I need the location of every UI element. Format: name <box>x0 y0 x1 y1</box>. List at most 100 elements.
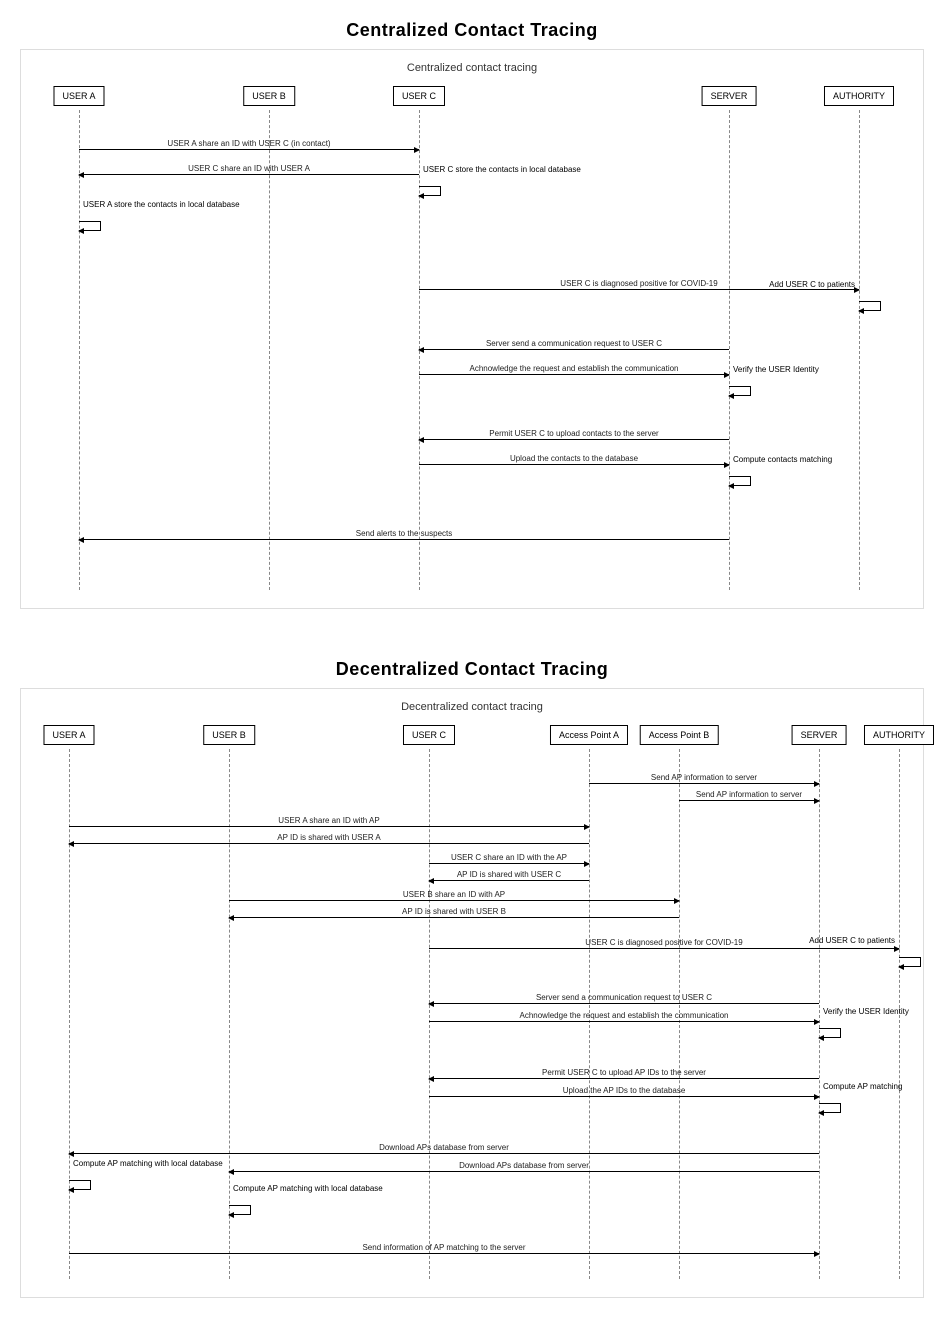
selfcall-label: USER C store the contacts in local datab… <box>423 165 581 174</box>
message-label: Send alerts to the suspects <box>356 529 453 538</box>
lifeline-a <box>69 749 70 1279</box>
message-label: Send information of AP matching to the s… <box>362 1243 525 1252</box>
arrow-icon <box>724 372 730 378</box>
selfcall-label: Compute AP matching <box>823 1082 902 1091</box>
diagram2-subtitle: Decentralized contact tracing <box>29 701 915 713</box>
message-label: Upload the contacts to the database <box>510 454 638 463</box>
arrow-icon <box>898 964 904 970</box>
message-label: Permit USER C to upload contacts to the … <box>489 429 658 438</box>
diagram-decentralized: Decentralized contact tracing USER AUSER… <box>20 688 924 1298</box>
arrow-icon <box>894 946 900 952</box>
message-label: Upload the AP IDs to the database <box>563 1086 686 1095</box>
message-label: AP ID is shared with USER A <box>277 833 380 842</box>
participant-a: USER A <box>53 86 104 106</box>
arrow-icon <box>418 347 424 353</box>
message-20: Send information of AP matching to the s… <box>69 1240 819 1254</box>
message-6: Server send a communication request to U… <box>419 336 729 350</box>
message-label: Send AP information to server <box>651 773 757 782</box>
arrow-icon <box>428 1076 434 1082</box>
selfcall-label: Verify the USER Identity <box>823 1007 909 1016</box>
participant-c: USER C <box>393 86 445 106</box>
participant-auth: AUTHORITY <box>824 86 894 106</box>
participant-apb: Access Point B <box>640 725 719 745</box>
message-7: AP ID is shared with USER B <box>229 904 679 918</box>
selfcall-label: Add USER C to patients <box>769 280 855 289</box>
message-10: Upload the contacts to the database <box>419 451 729 465</box>
message-label: AP ID is shared with USER C <box>457 870 561 879</box>
arrow-icon <box>68 1151 74 1157</box>
message-0: USER A share an ID with USER C (in conta… <box>79 136 419 150</box>
message-10: Server send a communication request to U… <box>429 990 819 1004</box>
arrow-icon <box>428 1001 434 1007</box>
message-label: USER A share an ID with AP <box>278 816 379 825</box>
selfcall-label: USER A store the contacts in local datab… <box>83 200 240 209</box>
message-label: Achnowledge the request and establish th… <box>519 1011 728 1020</box>
message-1: USER C share an ID with USER A <box>79 161 419 175</box>
arrow-icon <box>418 437 424 443</box>
message-3: AP ID is shared with USER A <box>69 830 589 844</box>
message-16: Download APs database from server <box>69 1140 819 1154</box>
participant-s: SERVER <box>792 725 847 745</box>
message-5: AP ID is shared with USER C <box>429 867 589 881</box>
arrow-icon <box>818 1110 824 1116</box>
arrow-icon <box>814 798 820 804</box>
canvas-decentralized: USER A USER B USER C Access Point A Access P… <box>29 725 915 1285</box>
arrow-icon <box>228 915 234 921</box>
arrow-icon <box>814 1094 820 1100</box>
arrow-icon <box>814 1251 820 1257</box>
lifeline-auth <box>859 110 860 590</box>
lifeline-s <box>819 749 820 1279</box>
selfcall-label: Compute AP matching with local database <box>233 1184 383 1193</box>
message-label: Server send a communication request to U… <box>486 339 662 348</box>
participant-s: SERVER <box>702 86 757 106</box>
selfcall-label: Add USER C to patients <box>809 936 895 945</box>
arrow-icon <box>728 483 734 489</box>
diagram-centralized: Centralized contact tracing USER AUSER B… <box>20 49 924 609</box>
arrow-icon <box>78 537 84 543</box>
message-label: Send AP information to server <box>696 790 802 799</box>
message-label: USER C share an ID with USER A <box>188 164 310 173</box>
section1-title: Centralized Contact Tracing <box>0 0 944 49</box>
participant-apa: Access Point A <box>550 725 628 745</box>
lifeline-s <box>729 110 730 590</box>
message-label: USER C is diagnosed positive for COVID-1… <box>560 279 717 288</box>
arrow-icon <box>68 841 74 847</box>
arrow-icon <box>724 462 730 468</box>
participant-c: USER C <box>403 725 455 745</box>
message-7: Achnowledge the request and establish th… <box>419 361 729 375</box>
canvas-centralized: USER AUSER BUSER CSERVERAUTHORITYUSER A … <box>29 86 915 596</box>
arrow-icon <box>814 1019 820 1025</box>
lifeline-b <box>269 110 270 590</box>
diagram1-subtitle: Centralized contact tracing <box>29 62 915 74</box>
arrow-icon <box>418 193 424 199</box>
message-label: USER C share an ID with the AP <box>451 853 567 862</box>
message-12: Send alerts to the suspects <box>79 526 729 540</box>
arrow-icon <box>414 147 420 153</box>
message-label: Download APs database from server <box>379 1143 509 1152</box>
message-11: Achnowledge the request and establish th… <box>429 1008 819 1022</box>
message-label: USER C is diagnosed positive for COVID-1… <box>585 938 742 947</box>
message-4: USER C share an ID with the AP <box>429 850 589 864</box>
arrow-icon <box>818 1035 824 1041</box>
arrow-icon <box>728 393 734 399</box>
message-label: USER A share an ID with USER C (in conta… <box>167 139 330 148</box>
arrow-icon <box>858 308 864 314</box>
arrow-icon <box>78 172 84 178</box>
arrow-icon <box>78 228 84 234</box>
participant-a: USER A <box>43 725 94 745</box>
message-2: USER A share an ID with AP <box>69 813 589 827</box>
participant-auth: AUTHORITY <box>864 725 934 745</box>
arrow-icon <box>428 878 434 884</box>
message-label: Achnowledge the request and establish th… <box>469 364 678 373</box>
message-label: Server send a communication request to U… <box>536 993 712 1002</box>
message-label: Download APs database from server <box>459 1161 589 1170</box>
arrow-icon <box>68 1187 74 1193</box>
message-9: Permit USER C to upload contacts to the … <box>419 426 729 440</box>
message-1: Send AP information to server <box>679 787 819 801</box>
message-14: Upload the AP IDs to the database <box>429 1083 819 1097</box>
section2-title: Decentralized Contact Tracing <box>0 639 944 688</box>
arrow-icon <box>228 1212 234 1218</box>
lifeline-a <box>79 110 80 590</box>
lifeline-b <box>229 749 230 1279</box>
participant-b: USER B <box>203 725 255 745</box>
